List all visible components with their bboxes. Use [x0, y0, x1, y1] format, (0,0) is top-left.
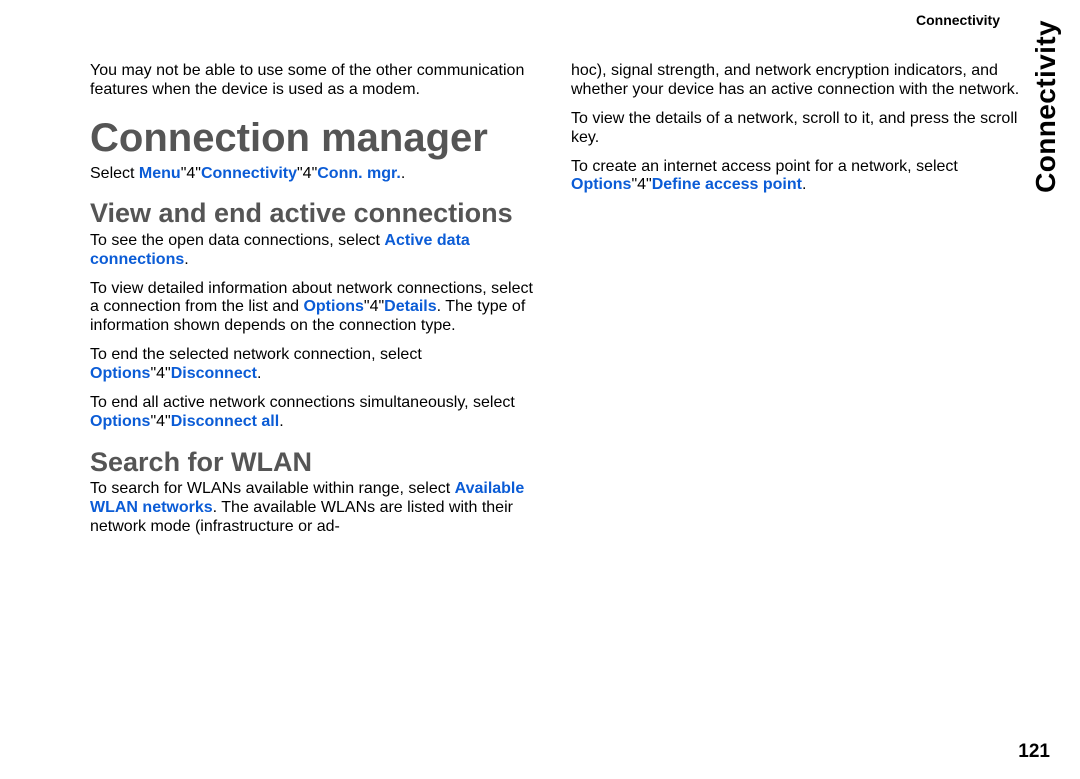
column-right: hoc), signal strength, and network encry…	[571, 62, 1020, 547]
para-wlan-search: To search for WLANs available within ran…	[90, 480, 539, 537]
kw-options: Options	[303, 298, 363, 315]
sep: "4"	[364, 298, 384, 315]
running-header: Connectivity	[916, 12, 1000, 28]
text: To search for WLANs available within ran…	[90, 480, 455, 497]
para-disconnect: To end the selected network connection, …	[90, 346, 539, 384]
nav-conn-mgr: Conn. mgr.	[317, 165, 401, 182]
text: To end the selected network connection, …	[90, 346, 422, 363]
section-title: Connection manager	[90, 118, 539, 159]
text-period: .	[279, 413, 283, 430]
kw-disconnect-all: Disconnect all	[171, 413, 279, 430]
kw-options: Options	[90, 365, 150, 382]
sep: "4"	[150, 413, 170, 430]
para-disconnect-all: To end all active network connections si…	[90, 394, 539, 432]
kw-define-access-point: Define access point	[652, 176, 802, 193]
text: To see the open data connections, select	[90, 232, 384, 249]
para-active-data: To see the open data connections, select…	[90, 232, 539, 270]
manual-page: Connectivity Connectivity 121 You may no…	[0, 0, 1080, 779]
two-column-layout: You may not be able to use some of the o…	[90, 62, 1020, 547]
para-create-access-point: To create an internet access point for a…	[571, 158, 1020, 196]
text-period: .	[257, 365, 261, 382]
nav-menu: Menu	[139, 165, 181, 182]
nav-sep-2: "4"	[297, 165, 317, 182]
para-view-details: To view the details of a network, scroll…	[571, 110, 1020, 148]
subheading-view-end: View and end active connections	[90, 199, 539, 227]
text-period: .	[802, 176, 806, 193]
nav-connectivity: Connectivity	[201, 165, 297, 182]
nav-select-text: Select	[90, 165, 139, 182]
subheading-search-wlan: Search for WLAN	[90, 448, 539, 476]
nav-path: Select Menu"4"Connectivity"4"Conn. mgr..	[90, 165, 539, 184]
kw-options: Options	[90, 413, 150, 430]
para-details: To view detailed information about netwo…	[90, 280, 539, 337]
para-wlan-continued: hoc), signal strength, and network encry…	[571, 62, 1020, 100]
intro-paragraph: You may not be able to use some of the o…	[90, 62, 539, 100]
text: To end all active network connections si…	[90, 394, 515, 411]
nav-period: .	[401, 165, 405, 182]
text: To create an internet access point for a…	[571, 158, 958, 175]
text-period: .	[184, 251, 188, 268]
kw-details: Details	[384, 298, 436, 315]
sep: "4"	[631, 176, 651, 193]
column-left: You may not be able to use some of the o…	[90, 62, 539, 547]
nav-sep-1: "4"	[181, 165, 201, 182]
page-number: 121	[1018, 741, 1050, 763]
sep: "4"	[150, 365, 170, 382]
kw-disconnect: Disconnect	[171, 365, 257, 382]
kw-options: Options	[571, 176, 631, 193]
side-tab-label: Connectivity	[1030, 20, 1062, 193]
